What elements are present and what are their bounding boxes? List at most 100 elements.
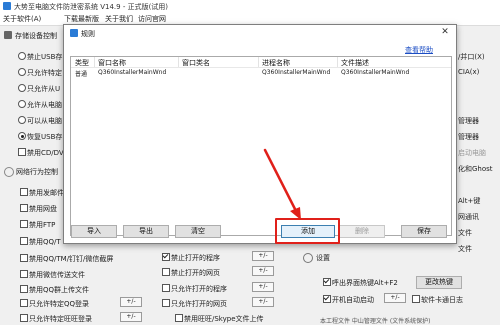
checkbox-label: 只允许打开的网页 (171, 300, 227, 308)
checkbox-disable-wangwang-skype-upload[interactable] (175, 314, 183, 322)
change-hotkey-button[interactable]: 更改热键 (416, 276, 462, 289)
checkbox-label: 只允许特定旺旺登录 (29, 315, 92, 323)
import-button[interactable]: 导入 (71, 225, 117, 238)
settings-header: 设置 (316, 254, 330, 262)
fragment-text: CIA(x) (458, 68, 480, 76)
radio-allow-from-u[interactable] (18, 84, 26, 92)
rules-table: 类型 窗口名称 窗口类名 进程名称 文件描述 普通 Q360InstallerM… (70, 56, 452, 236)
column-divider (258, 57, 259, 67)
checkbox-label: 禁用网盘 (29, 205, 57, 213)
radio-label: 禁止USB存 (27, 53, 63, 61)
checkbox-hotkey[interactable] (323, 278, 331, 286)
dialog-icon (70, 29, 78, 37)
checkbox-label: 只允许特定QQ登录 (29, 300, 90, 308)
edit-block-programs-button[interactable]: +/- (252, 251, 274, 261)
checkbox-label: 禁用CD/DV (27, 149, 64, 157)
checkbox-label: 开机自动启动 (332, 296, 374, 304)
column-divider (337, 57, 338, 67)
fragment-text: 网通讯 (458, 213, 479, 221)
checkbox-only-qq[interactable] (20, 299, 28, 307)
checkbox-label: 禁用QQ/TM/钉钉/微信截屏 (29, 255, 114, 263)
gear-icon (303, 253, 313, 263)
radio-disable-usb[interactable] (18, 52, 26, 60)
radio-label: 只允许特定 (27, 69, 62, 77)
menu-download-latest[interactable]: 下载最新版 (64, 14, 99, 24)
help-link[interactable]: 查看帮助 (405, 45, 433, 55)
window-title: 大势至电脑文件防泄密系统 V14.9 - 正式版(试用) (14, 3, 169, 11)
checkbox-label: 禁用旺旺/Skype文件上传 (184, 315, 264, 323)
edit-wangwang-list-button[interactable]: +/- (120, 312, 142, 322)
fragment-text: 化和Ghost (458, 165, 493, 173)
checkbox-label: 禁用发邮件 (29, 189, 64, 197)
autostart-edit-button[interactable]: +/- (384, 293, 406, 303)
edit-block-webpages-button[interactable]: +/- (252, 266, 274, 276)
checkbox-label: 禁用微信传送文件 (29, 271, 85, 279)
checkbox-label: 禁止打开的程序 (171, 254, 220, 262)
radio-allow-from-pc[interactable] (18, 100, 26, 108)
radio-restore-usb[interactable] (18, 132, 26, 140)
radio-can-from-pc[interactable] (18, 116, 26, 124)
close-icon[interactable]: ✕ (438, 26, 452, 38)
checkbox-autostart[interactable] (323, 295, 331, 303)
checkbox-only-wangwang[interactable] (20, 314, 28, 322)
checkbox-disable-netdisk[interactable] (20, 204, 28, 212)
radio-label: 可以从电脑 (27, 117, 62, 125)
menu-about-software[interactable]: 关于软件(A) (3, 14, 41, 24)
table-header (71, 57, 451, 68)
edit-only-programs-button[interactable]: +/- (252, 282, 274, 292)
bottom-note: 本工程文件 中山管理文件 (文件系统保护) (320, 318, 431, 325)
fragment-text: 管理器 (458, 133, 479, 141)
checkbox-label: 禁止打开的网页 (171, 269, 220, 277)
column-header-window-name[interactable]: 窗口名称 (98, 58, 126, 68)
table-cell: Q360InstallerMainWnd (98, 69, 167, 76)
checkbox-disable-cd[interactable] (18, 148, 26, 156)
menu-about-us[interactable]: 关于我们 (105, 14, 133, 24)
dialog-title: 规则 (81, 30, 95, 38)
table-cell: Q360InstallerMainWnd (262, 69, 331, 76)
export-button[interactable]: 导出 (123, 225, 169, 238)
save-button[interactable]: 保存 (401, 225, 447, 238)
checkbox-block-programs[interactable] (162, 253, 170, 261)
checkbox-log[interactable] (412, 295, 420, 303)
checkbox-only-programs[interactable] (162, 284, 170, 292)
checkbox-disable-screenshot[interactable] (20, 254, 28, 262)
app-icon (3, 2, 11, 10)
clear-button[interactable]: 清空 (175, 225, 221, 238)
fragment-text: 管理器 (458, 117, 479, 125)
radio-label: 只允许从U (27, 85, 61, 93)
checkbox-label: 禁用QQ/T (29, 238, 61, 246)
radio-label: 允许从电脑 (27, 101, 62, 109)
rules-dialog: 规则 ✕ 查看帮助 类型 窗口名称 窗口类名 进程名称 文件描述 普通 Q360… (63, 24, 457, 244)
checkbox-disable-email[interactable] (20, 188, 28, 196)
table-cell: Q360InstallerMainWnd (341, 69, 410, 76)
column-header-process-name[interactable]: 进程名称 (262, 58, 290, 68)
edit-only-webpages-button[interactable]: +/- (252, 297, 274, 307)
checkbox-disable-ftp[interactable] (20, 220, 28, 228)
table-row[interactable]: 普通 Q360InstallerMainWnd Q360InstallerMai… (71, 68, 451, 78)
annotation-highlight-box (275, 218, 340, 244)
edit-qq-list-button[interactable]: +/- (120, 297, 142, 307)
fragment-text: /并口(X) (458, 53, 485, 61)
column-header-window-class[interactable]: 窗口类名 (182, 58, 210, 68)
network-icon (4, 167, 14, 177)
checkbox-block-webpages[interactable] (162, 268, 170, 276)
checkbox-only-webpages[interactable] (162, 299, 170, 307)
checkbox-disable-qq-group-upload[interactable] (20, 285, 28, 293)
checkbox-label: 只允许打开的程序 (171, 285, 227, 293)
column-divider (94, 57, 95, 67)
fragment-text: 启动电脑 (458, 149, 486, 157)
fragment-text: 文件 (458, 245, 472, 253)
checkbox-label: 呼出界面热键Alt+F2 (332, 279, 398, 287)
network-header: 网络行为控制 (16, 168, 58, 176)
storage-icon (4, 31, 12, 39)
radio-allow-specific[interactable] (18, 68, 26, 76)
column-header-type[interactable]: 类型 (75, 58, 89, 68)
delete-button[interactable]: 删除 (339, 225, 385, 238)
checkbox-disable-wechat-file[interactable] (20, 270, 28, 278)
fragment-text: 文件 (458, 229, 472, 237)
fragment-text: Alt+键 (458, 197, 481, 205)
radio-label: 恢复USB存 (27, 133, 63, 141)
column-header-file-description[interactable]: 文件描述 (341, 58, 369, 68)
menu-visit-website[interactable]: 访问官网 (138, 14, 166, 24)
checkbox-disable-qq[interactable] (20, 237, 28, 245)
